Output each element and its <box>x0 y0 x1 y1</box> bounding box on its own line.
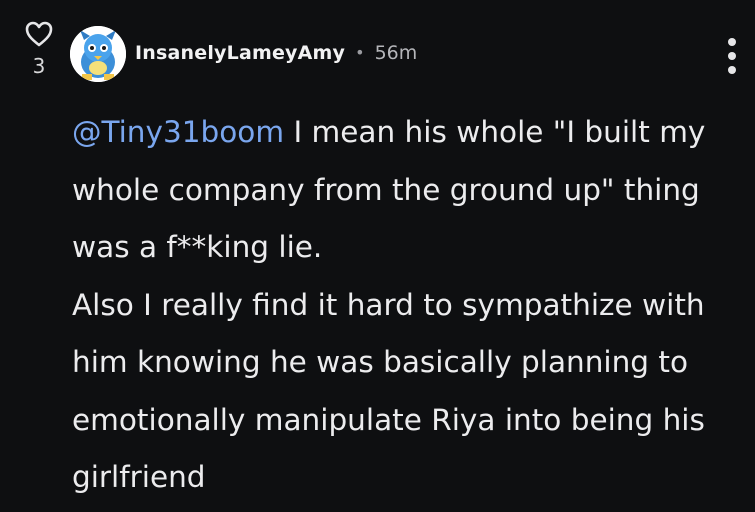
more-vertical-icon-dot <box>728 66 736 74</box>
comment-body: @Tiny31boom I mean his whole "I built my… <box>72 104 752 507</box>
timestamp: 56m <box>374 42 418 64</box>
like-column: 3 <box>22 20 56 76</box>
comment-header: InsanelyLameyAmy • 56m <box>135 40 417 66</box>
avatar[interactable] <box>70 26 126 82</box>
more-vertical-icon-dot <box>728 38 736 46</box>
comment-paragraph-1: @Tiny31boom I mean his whole "I built my… <box>72 104 752 277</box>
mention-link[interactable]: @Tiny31boom <box>72 115 284 149</box>
more-options-button[interactable] <box>722 38 742 74</box>
separator-dot: • <box>355 43 365 62</box>
username-link[interactable]: InsanelyLameyAmy <box>135 40 345 66</box>
comment-paragraph-2: Also I really find it hard to sympathize… <box>72 287 705 495</box>
avatar-image <box>70 26 126 82</box>
like-count: 3 <box>32 54 46 78</box>
like-button[interactable] <box>24 20 54 48</box>
more-vertical-icon-dot <box>728 52 736 60</box>
heart-icon <box>25 21 53 47</box>
